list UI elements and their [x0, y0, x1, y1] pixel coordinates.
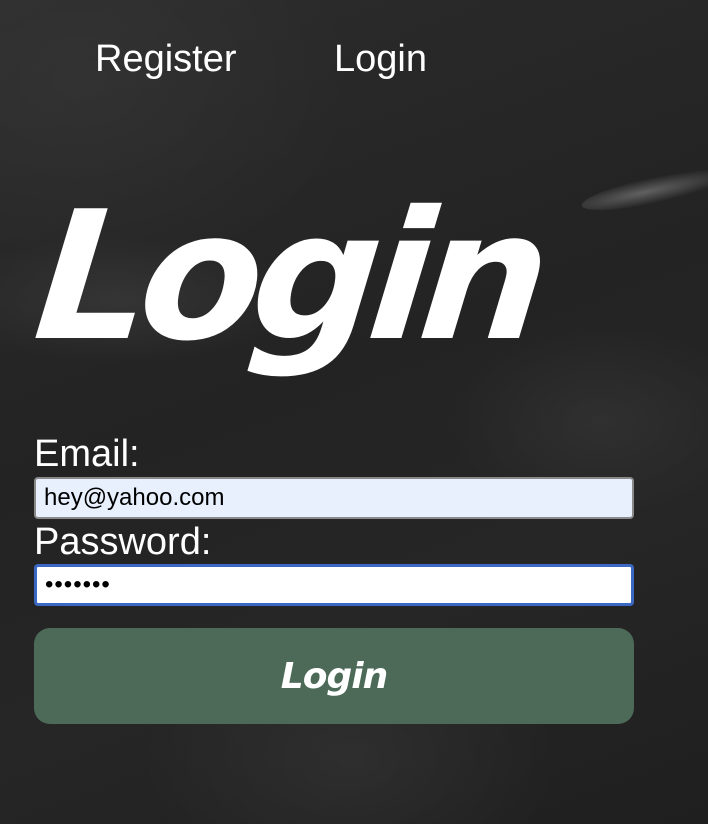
password-field[interactable]	[34, 564, 634, 606]
email-label: Email:	[34, 433, 140, 475]
page-title: Login	[27, 173, 550, 380]
nav-register-link[interactable]: Register	[95, 38, 237, 80]
login-submit-button[interactable]: Login	[34, 628, 634, 724]
password-label: Password:	[34, 521, 212, 563]
email-field[interactable]	[34, 477, 634, 519]
nav-login-link[interactable]: Login	[334, 38, 427, 80]
